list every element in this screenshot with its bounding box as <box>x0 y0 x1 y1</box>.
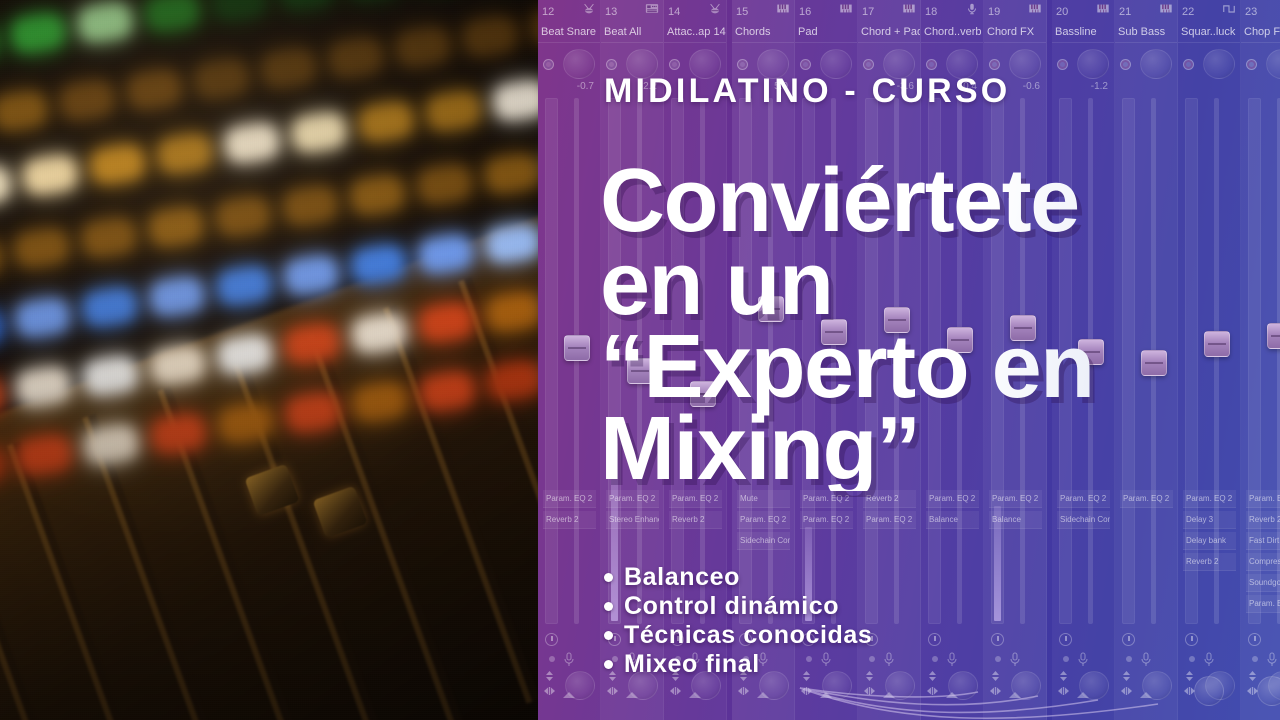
list-item: Mixeo final <box>604 650 872 679</box>
list-item: Balanceo <box>604 563 872 592</box>
list-item-label: Técnicas conocidas <box>624 621 873 649</box>
page-title: Conviértete en un “Experto en Mixing” <box>600 160 1280 491</box>
poster-canvas: 12 Beat Snare -0.7 Param. EQ 2 Reverb 2 13 Bea… <box>0 0 1280 720</box>
list-item-label: Balanceo <box>624 563 740 591</box>
list-item-label: Control dinámico <box>624 592 840 620</box>
text-overlay: MIDILATINO - CURSO Conviértete en un “Ex… <box>538 0 1280 720</box>
feature-list: Balanceo Control dinámico Técnicas conocid… <box>604 563 872 679</box>
headline-line-4: Mixing” <box>600 399 920 500</box>
headline-line-2: en un <box>600 233 833 334</box>
course-kicker: MIDILATINO - CURSO <box>604 72 1011 110</box>
mixing-console-photo <box>0 0 540 720</box>
photo-grain <box>0 0 540 720</box>
list-item: Técnicas conocidas <box>604 621 872 650</box>
list-item: Control dinámico <box>604 592 872 621</box>
headline-line-3: “Experto en <box>600 316 1094 417</box>
headline-line-1: Conviértete <box>600 151 1079 251</box>
bullet-dot-icon <box>604 631 613 640</box>
bullet-dot-icon <box>604 573 613 582</box>
bullet-dot-icon <box>604 660 613 669</box>
list-item-label: Mixeo final <box>624 650 760 678</box>
bullet-dot-icon <box>604 602 613 611</box>
